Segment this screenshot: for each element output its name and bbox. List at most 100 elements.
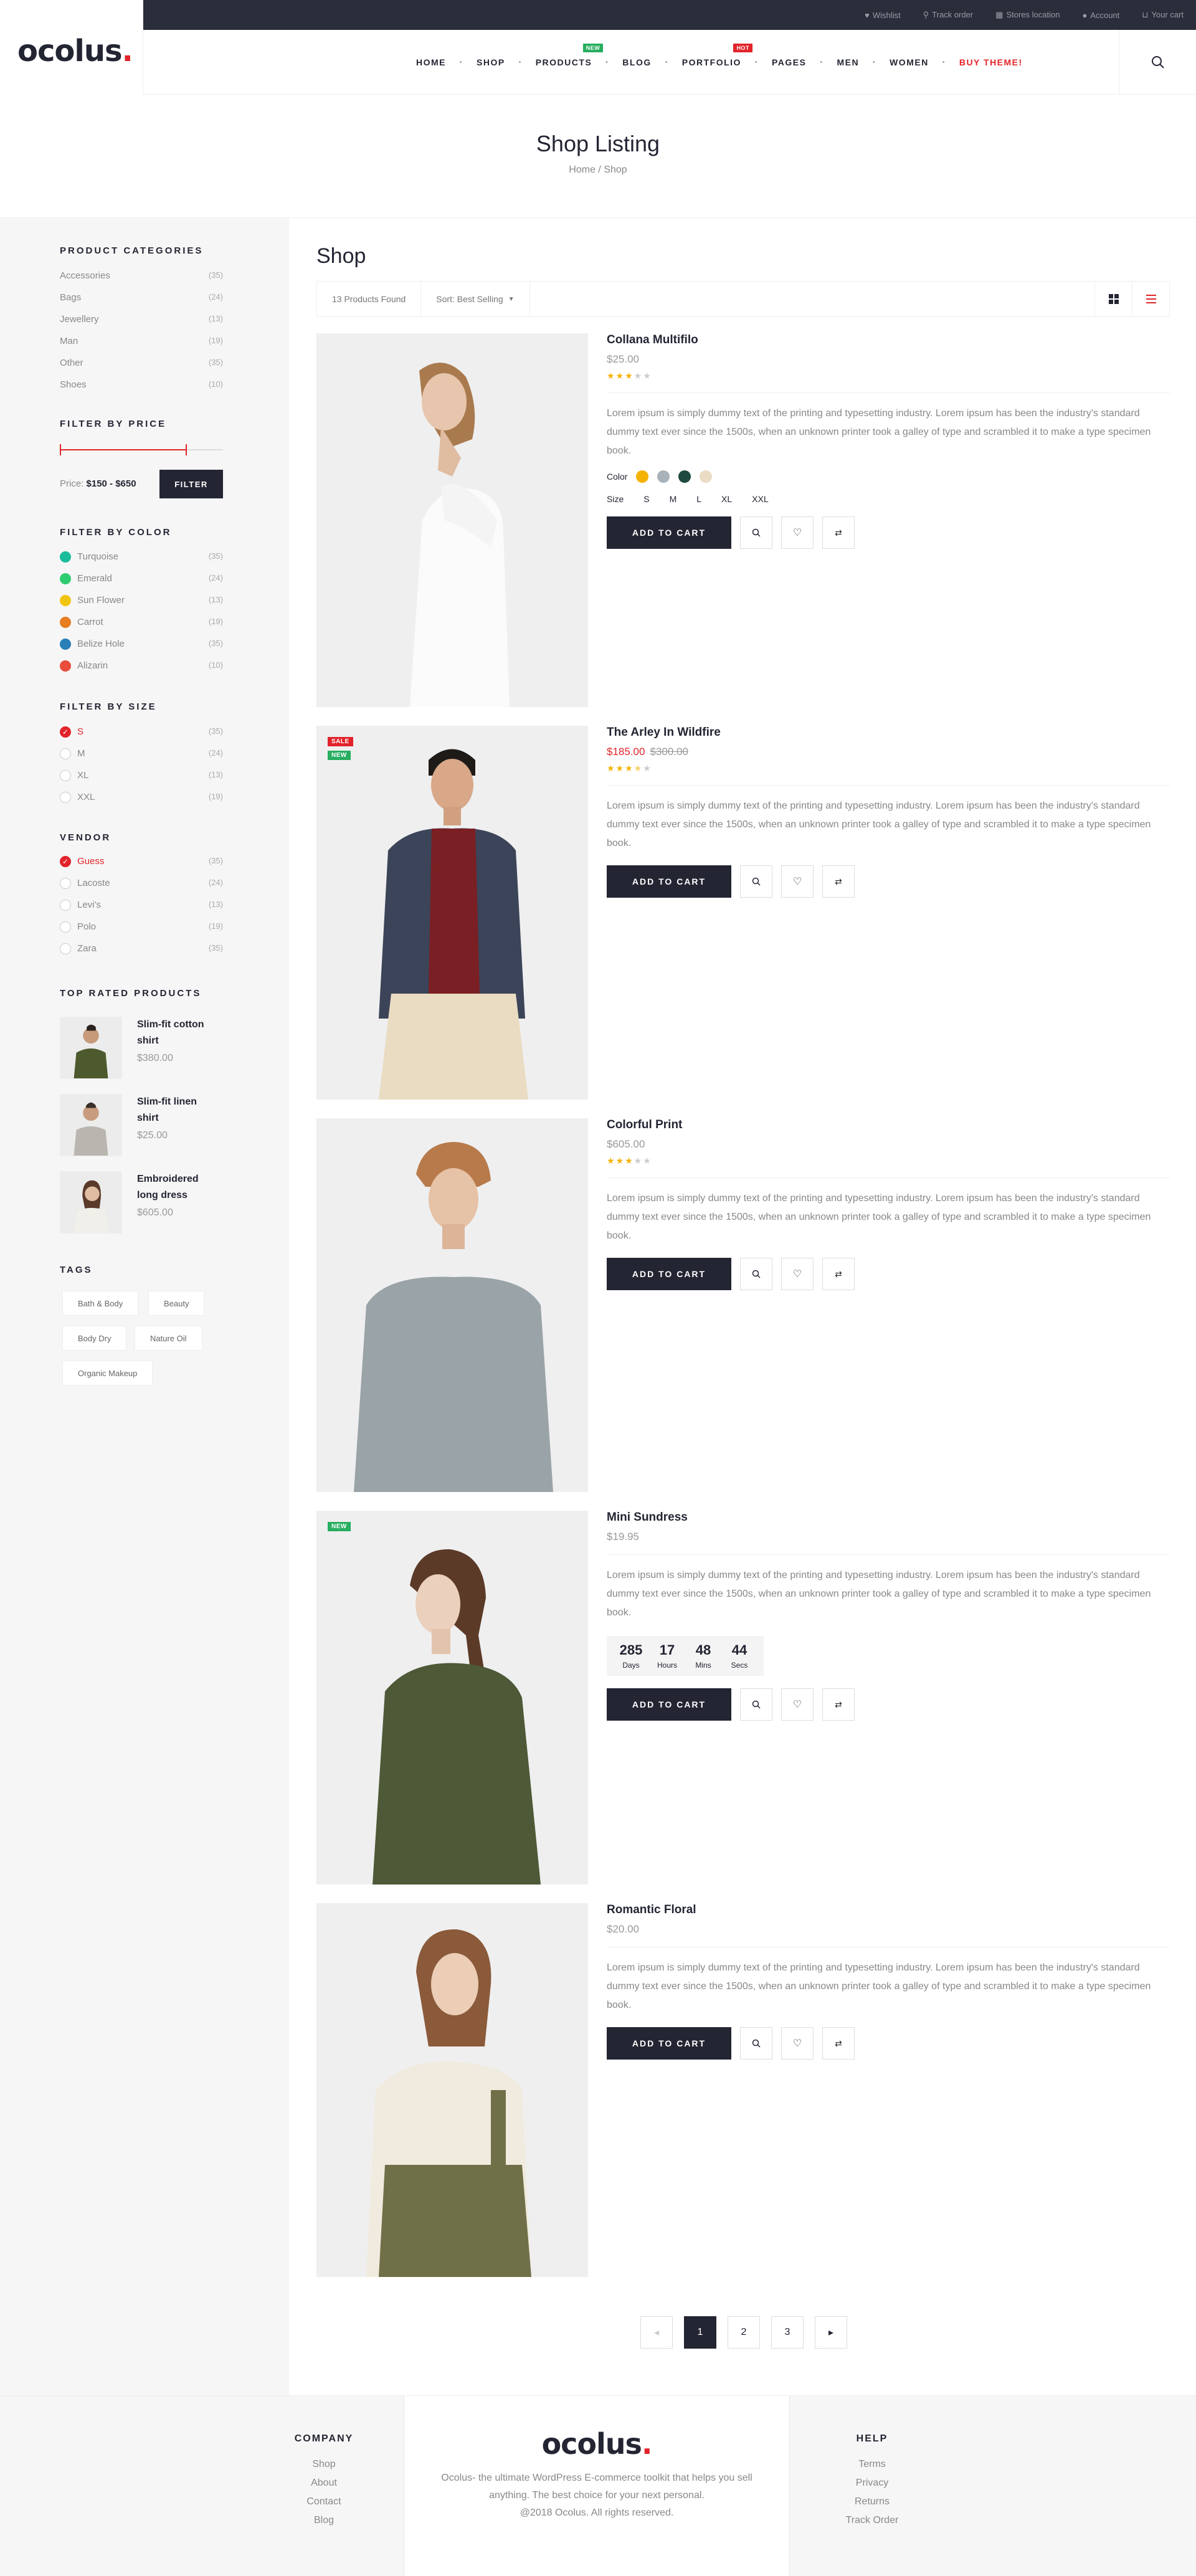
color-filter-item[interactable]: Alizarin (10) bbox=[60, 660, 223, 672]
pagination-page[interactable]: 1 bbox=[684, 2316, 716, 2349]
nav-home[interactable]: HOME bbox=[402, 57, 460, 67]
color-filter-item[interactable]: Emerald (24) bbox=[60, 573, 223, 585]
top-rated-item[interactable]: Embroidered long dress $605.00 bbox=[60, 1171, 218, 1233]
wishlist-button[interactable]: ♡ bbox=[781, 1688, 814, 1721]
wishlist-button[interactable]: ♡ bbox=[781, 865, 814, 898]
tag-item[interactable]: Nature Oil bbox=[135, 1326, 202, 1351]
wishlist-link[interactable]: ♥ Wishlist bbox=[865, 11, 901, 20]
compare-button[interactable]: ⇄ bbox=[822, 516, 855, 549]
footer-link[interactable]: Contact bbox=[274, 2496, 374, 2508]
checkbox[interactable] bbox=[60, 878, 71, 890]
tag-item[interactable]: Beauty bbox=[148, 1291, 205, 1316]
wishlist-button[interactable]: ♡ bbox=[781, 1258, 814, 1290]
checkbox[interactable] bbox=[60, 792, 71, 804]
add-to-cart-button[interactable]: ADD TO CART bbox=[607, 1258, 731, 1290]
size-filter-item[interactable]: M (24) bbox=[60, 748, 223, 760]
product-image[interactable]: NEW bbox=[316, 1511, 588, 1884]
footer-link[interactable]: Blog bbox=[274, 2514, 374, 2527]
product-name[interactable]: The Arley In Wildfire bbox=[607, 726, 1170, 739]
sort-dropdown[interactable]: Sort: Best Selling ▼ bbox=[421, 282, 530, 316]
quick-view-button[interactable] bbox=[740, 2027, 772, 2060]
grid-view-button[interactable] bbox=[1094, 282, 1132, 316]
nav-buy-theme[interactable]: BUY THEME! bbox=[946, 57, 1037, 67]
category-item[interactable]: Jewellery (13) bbox=[60, 314, 223, 325]
cart-link[interactable]: ⊔ Your cart bbox=[1142, 10, 1184, 20]
nav-pages[interactable]: PAGES bbox=[758, 57, 820, 67]
compare-button[interactable]: ⇄ bbox=[822, 865, 855, 898]
quick-view-button[interactable] bbox=[740, 516, 772, 549]
account-link[interactable]: ● Account bbox=[1082, 11, 1119, 20]
product-thumbnail[interactable] bbox=[60, 1017, 122, 1079]
color-filter-item[interactable]: Carrot (19) bbox=[60, 617, 223, 629]
tag-item[interactable]: Bath & Body bbox=[62, 1291, 139, 1316]
product-image[interactable] bbox=[316, 1903, 588, 2277]
color-option[interactable] bbox=[700, 470, 713, 483]
pagination-page[interactable]: 2 bbox=[728, 2316, 760, 2349]
quick-view-button[interactable] bbox=[740, 1258, 772, 1290]
nav-products[interactable]: PRODUCTS NEW bbox=[522, 44, 606, 67]
color-filter-item[interactable]: Turquoise (35) bbox=[60, 551, 223, 563]
price-slider-min-handle[interactable] bbox=[60, 444, 61, 455]
vendor-item[interactable]: Zara (35) bbox=[60, 943, 223, 955]
add-to-cart-button[interactable]: ADD TO CART bbox=[607, 865, 731, 898]
checkbox[interactable] bbox=[60, 770, 71, 782]
checkbox[interactable] bbox=[60, 943, 71, 955]
compare-button[interactable]: ⇄ bbox=[822, 1258, 855, 1290]
footer-link[interactable]: About bbox=[274, 2477, 374, 2489]
color-filter-item[interactable]: Sun Flower (13) bbox=[60, 595, 223, 607]
filter-button[interactable]: FILTER bbox=[159, 470, 223, 498]
top-rated-name[interactable]: Embroidered long dress bbox=[137, 1171, 218, 1204]
pagination-next[interactable]: ▸ bbox=[815, 2316, 847, 2349]
category-item[interactable]: Bags (24) bbox=[60, 292, 223, 303]
vendor-item[interactable]: Lacoste (24) bbox=[60, 878, 223, 890]
checkbox-checked[interactable] bbox=[60, 726, 71, 738]
nav-portfolio[interactable]: PORTFOLIO HOT bbox=[668, 44, 755, 67]
pagination-prev[interactable]: ◂ bbox=[640, 2316, 673, 2349]
footer-link[interactable]: Terms bbox=[822, 2458, 922, 2471]
product-thumbnail[interactable] bbox=[60, 1171, 122, 1233]
compare-button[interactable]: ⇄ bbox=[822, 1688, 855, 1721]
logo[interactable]: ocolus. bbox=[17, 34, 133, 69]
size-filter-item[interactable]: XXL (19) bbox=[60, 792, 223, 804]
pagination-page[interactable]: 3 bbox=[771, 2316, 804, 2349]
tag-item[interactable]: Organic Makeup bbox=[62, 1361, 153, 1385]
color-filter-item[interactable]: Belize Hole (35) bbox=[60, 639, 223, 650]
breadcrumb-home[interactable]: Home bbox=[569, 164, 596, 175]
checkbox[interactable] bbox=[60, 921, 71, 933]
size-option[interactable]: L bbox=[696, 494, 701, 504]
size-option[interactable]: XL bbox=[721, 494, 732, 504]
add-to-cart-button[interactable]: ADD TO CART bbox=[607, 1688, 731, 1721]
size-option[interactable]: M bbox=[670, 494, 677, 504]
footer-logo[interactable]: ocolus. bbox=[404, 2427, 789, 2461]
category-item[interactable]: Man (19) bbox=[60, 336, 223, 346]
top-rated-item[interactable]: Slim-fit cotton shirt $380.00 bbox=[60, 1017, 218, 1079]
stores-location-link[interactable]: ▦ Stores location bbox=[995, 10, 1060, 20]
vendor-item[interactable]: Guess(35) bbox=[60, 856, 223, 868]
checkbox-checked[interactable] bbox=[60, 856, 71, 868]
nav-men[interactable]: MEN bbox=[823, 57, 873, 67]
color-option[interactable] bbox=[657, 470, 670, 483]
nav-blog[interactable]: BLOG bbox=[609, 57, 665, 67]
wishlist-button[interactable]: ♡ bbox=[781, 2027, 814, 2060]
quick-view-button[interactable] bbox=[740, 1688, 772, 1721]
footer-link[interactable]: Track Order bbox=[822, 2514, 922, 2527]
checkbox[interactable] bbox=[60, 748, 71, 760]
top-rated-item[interactable]: Slim-fit linen shirt $25.00 bbox=[60, 1094, 218, 1156]
track-order-link[interactable]: ⚲ Track order bbox=[923, 10, 974, 20]
product-image[interactable] bbox=[316, 333, 588, 707]
compare-button[interactable]: ⇄ bbox=[822, 2027, 855, 2060]
size-filter-item[interactable]: S(35) bbox=[60, 726, 223, 738]
top-rated-name[interactable]: Slim-fit cotton shirt bbox=[137, 1017, 218, 1049]
tag-item[interactable]: Body Dry bbox=[62, 1326, 127, 1351]
wishlist-button[interactable]: ♡ bbox=[781, 516, 814, 549]
category-item[interactable]: Shoes (10) bbox=[60, 379, 223, 390]
vendor-item[interactable]: Polo (19) bbox=[60, 921, 223, 933]
price-slider-max-handle[interactable] bbox=[186, 444, 187, 455]
top-rated-name[interactable]: Slim-fit linen shirt bbox=[137, 1094, 218, 1126]
size-option[interactable]: S bbox=[643, 494, 649, 504]
size-filter-item[interactable]: XL (13) bbox=[60, 770, 223, 782]
list-view-button[interactable] bbox=[1132, 282, 1169, 316]
nav-shop[interactable]: SHOP bbox=[463, 57, 519, 67]
color-option[interactable] bbox=[678, 470, 691, 483]
search-button[interactable] bbox=[1119, 30, 1196, 95]
